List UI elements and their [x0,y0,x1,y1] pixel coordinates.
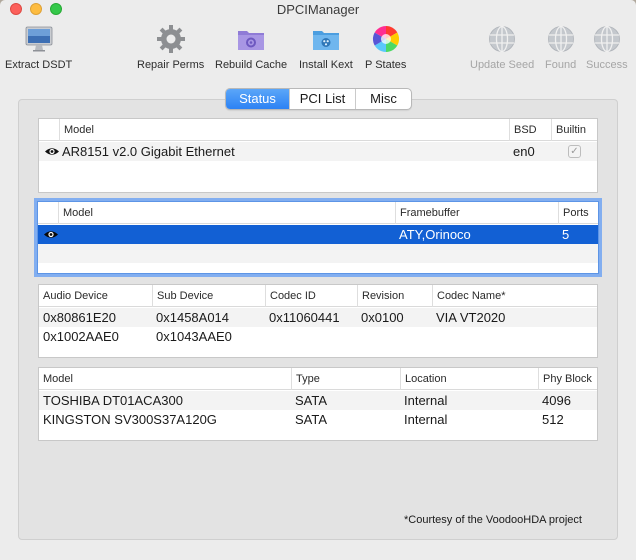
extract-dsdt-label: Extract DSDT [5,59,73,71]
table-row[interactable]: TOSHIBA DT01ACA300 SATA Internal 4096 [39,391,597,410]
storage-model-cell: TOSHIBA DT01ACA300 [43,393,183,408]
storage-phy-block-cell: 4096 [542,393,571,408]
graphics-ports-header[interactable]: Ports [558,202,598,224]
audio-table[interactable]: Audio Device Sub Device Codec ID Revisio… [38,284,598,358]
voodoohda-footnote: *Courtesy of the VoodooHDA project [404,514,582,526]
eye-icon [39,225,59,244]
graphics-framebuffer-cell: ATY,Orinoco [399,227,471,242]
table-row[interactable]: KINGSTON SV300S37A120G SATA Internal 512 [39,410,597,429]
codec-id-header[interactable]: Codec ID [265,285,357,307]
table-row[interactable]: 0x80861E20 0x1458A014 0x11060441 0x0100 … [39,308,597,327]
network-bsd-cell: en0 [513,144,535,159]
graphics-ports-cell: 5 [562,227,570,242]
network-model-header[interactable]: Model [59,119,509,141]
graphics-framebuffer-header[interactable]: Framebuffer [395,202,558,224]
storage-table-header: Model Type Location Phy Block [39,368,597,390]
revision-cell: 0x0100 [361,310,404,325]
network-bsd-header[interactable]: BSD [509,119,551,141]
folder-gear-icon [238,31,265,50]
table-row-empty [38,244,598,263]
eye-icon [40,142,60,161]
builtin-checkbox[interactable]: ✓ [568,145,581,158]
found-label: Found [545,59,577,71]
audio-device-cell: 0x80861E20 [43,310,117,325]
update-seed-button[interactable]: Update Seed [470,24,534,71]
globe-icon [489,25,516,53]
network-builtin-header[interactable]: Builtin [551,119,597,141]
storage-phy-block-header[interactable]: Phy Block [538,368,597,390]
audio-device-cell: 0x1002AAE0 [43,329,119,344]
install-kext-button[interactable]: Install Kext [299,24,353,71]
graphics-model-header[interactable]: Model [58,202,395,224]
audio-device-header[interactable]: Audio Device [39,285,152,307]
codec-name-header[interactable]: Codec Name* [432,285,597,307]
table-row[interactable]: 0x1002AAE0 0x1043AAE0 [39,327,597,346]
success-label: Success [586,59,628,71]
graphics-table-header: Model Framebuffer Ports [38,202,598,224]
revision-header[interactable]: Revision [357,285,432,307]
gear-icon [156,25,185,53]
codec-id-cell: 0x11060441 [269,310,340,325]
storage-type-cell: SATA [295,412,328,427]
found-button[interactable]: Found [545,24,576,71]
p-states-label: P States [365,59,407,71]
folder-drive-icon [312,31,339,50]
storage-location-cell: Internal [404,393,448,408]
title-bar: DPCIManager [0,0,636,22]
table-row-empty [39,161,597,180]
toolbar: Extract DSDT Repair Perms Rebuild Cache … [0,22,636,76]
success-button[interactable]: Success [586,24,628,71]
zoom-window-button[interactable] [50,3,62,15]
audio-table-header: Audio Device Sub Device Codec ID Revisio… [39,285,597,307]
rebuild-cache-label: Rebuild Cache [215,59,288,71]
tab-status[interactable]: Status [226,89,289,109]
sub-device-cell: 0x1043AAE0 [156,329,232,344]
storage-table[interactable]: Model Type Location Phy Block TOSHIBA DT… [38,367,598,441]
window-title: DPCIManager [276,2,360,17]
tab-misc[interactable]: Misc [355,89,411,109]
storage-model-header[interactable]: Model [39,368,291,390]
network-icon-column-header[interactable] [39,119,59,141]
network-table[interactable]: Model BSD Builtin AR8151 v2.0 Gigabit Et… [38,118,598,193]
minimize-window-button[interactable] [30,3,42,15]
sub-device-cell: 0x1458A014 [156,310,230,325]
globe-icon [593,25,620,53]
color-wheel-icon [372,25,399,53]
network-table-header: Model BSD Builtin [39,119,597,141]
globe-icon [547,25,574,53]
extract-dsdt-button[interactable]: Extract DSDT [5,24,72,71]
rebuild-cache-button[interactable]: Rebuild Cache [215,24,287,71]
storage-type-header[interactable]: Type [291,368,400,390]
storage-type-cell: SATA [295,393,328,408]
p-states-button[interactable]: P States [365,24,406,71]
tab-pci-list[interactable]: PCI List [289,89,355,109]
sub-device-header[interactable]: Sub Device [152,285,265,307]
dpcimanager-window: DPCIManager Extract DSDT Repair Perms Re… [0,0,636,560]
tab-bar: Status PCI List Misc [225,88,412,110]
storage-location-cell: Internal [404,412,448,427]
repair-perms-button[interactable]: Repair Perms [137,24,204,71]
storage-location-header[interactable]: Location [400,368,538,390]
repair-perms-label: Repair Perms [137,59,205,71]
graphics-model-cell [57,225,61,244]
window-controls [10,3,62,15]
graphics-icon-column-header[interactable] [38,202,58,224]
imac-icon [25,26,53,52]
update-seed-label: Update Seed [470,59,535,71]
close-window-button[interactable] [10,3,22,15]
install-kext-label: Install Kext [299,59,353,71]
network-model-cell: AR8151 v2.0 Gigabit Ethernet [62,144,235,159]
table-row[interactable]: AR8151 v2.0 Gigabit Ethernet en0 ✓ [39,142,597,161]
storage-model-cell: KINGSTON SV300S37A120G [43,412,217,427]
storage-phy-block-cell: 512 [542,412,564,427]
graphics-table[interactable]: Model Framebuffer Ports ATY,Orinoco 5 [34,198,602,277]
table-row-selected[interactable]: ATY,Orinoco 5 [38,225,598,244]
codec-name-cell: VIA VT2020 [436,310,506,325]
